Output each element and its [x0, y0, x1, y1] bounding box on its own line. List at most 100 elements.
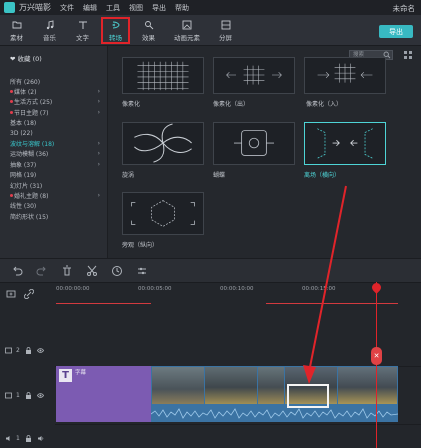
menu-view[interactable]: 视图	[129, 3, 143, 13]
category-item[interactable]: 婚礼主题 (8) ›	[10, 190, 102, 200]
category-item[interactable]: 网格 (19)	[10, 170, 102, 180]
category-item[interactable]: 所有 (260)	[10, 76, 102, 86]
undo-icon[interactable]	[11, 265, 23, 277]
split-marker-icon[interactable]: ✕	[371, 347, 382, 365]
folder-icon	[12, 21, 21, 28]
speaker-icon[interactable]	[37, 435, 44, 442]
speed-icon[interactable]	[111, 265, 123, 277]
category-item[interactable]: 幻灯片 (31)	[10, 180, 102, 190]
playhead-line[interactable]	[376, 282, 377, 448]
export-button[interactable]: 导出	[379, 25, 413, 38]
chevron-right-icon: ›	[97, 191, 100, 199]
toolbar-media-label: 素材	[10, 33, 23, 42]
toolbar-effects-button[interactable]: 效果	[132, 15, 165, 46]
category-label: 生活方式 (25)	[14, 99, 53, 107]
transition-label-pixelate-out: 像素化（出）	[213, 101, 250, 108]
video-track-icon	[5, 392, 12, 399]
menu-tools[interactable]: 工具	[106, 3, 120, 13]
new-badge-dot	[10, 90, 13, 94]
chevron-right-icon: ›	[97, 108, 100, 116]
transition-label-pixelate-in: 像素化（入）	[306, 101, 343, 108]
transition-thumb-pixelate[interactable]	[122, 57, 204, 94]
category-item[interactable]: 运动模糊 (36) ›	[10, 149, 102, 159]
toolbar-media-button[interactable]: 素材	[0, 15, 33, 46]
delete-icon[interactable]	[61, 265, 73, 277]
scissors-icon[interactable]	[86, 265, 98, 277]
menu-edit[interactable]: 编辑	[83, 3, 97, 13]
app-logo-icon	[4, 2, 15, 13]
heart-icon: ❤	[10, 55, 16, 63]
adjust-icon[interactable]	[136, 265, 148, 277]
transition-thumb-pixelate-out[interactable]	[213, 57, 295, 94]
category-panel: ❤ 收藏 (0) 所有 (260) 媒体 (2) › 生活方式 (25) › 节日主题 (…	[0, 46, 108, 258]
lock-icon[interactable]	[25, 392, 32, 399]
category-item[interactable]: 生活方式 (25) ›	[10, 97, 102, 107]
transition-label-butterfly: 蝴蝶	[213, 172, 226, 179]
category-label: 网格 (19)	[10, 172, 37, 180]
chevron-right-icon: ›	[97, 150, 100, 158]
project-title: 未命名	[392, 4, 416, 13]
lock-icon[interactable]	[25, 347, 32, 354]
transition-label-pixelate: 像素化	[122, 101, 141, 108]
video-frame-thumb	[152, 367, 204, 404]
video-clip[interactable]	[151, 366, 398, 422]
toolbar-music-button[interactable]: 音乐	[33, 15, 66, 46]
category-item[interactable]: 线性 (30)	[10, 201, 102, 211]
toolbar-text-button[interactable]: 文字	[66, 15, 99, 46]
category-item[interactable]: 3D (22)	[10, 128, 102, 138]
category-label: 3D (22)	[10, 129, 33, 137]
category-label: 媒体 (2)	[14, 89, 37, 97]
category-item[interactable]: 节日主题 (7) ›	[10, 107, 102, 117]
toolbar-splitscreen-label: 分屏	[219, 33, 232, 42]
eye-icon[interactable]	[36, 392, 44, 399]
eye-icon[interactable]	[36, 347, 44, 354]
timecode-1: 00:00:05:00	[138, 286, 172, 292]
transition-thumb-butterfly[interactable]	[213, 122, 295, 165]
elements-icon	[182, 20, 192, 29]
category-label: 抽象 (37)	[10, 161, 37, 169]
toolbar-transition-label: 转场	[109, 33, 122, 42]
redo-icon[interactable]	[36, 265, 48, 277]
category-item[interactable]: 媒体 (2) ›	[10, 86, 102, 96]
effects-icon	[144, 20, 153, 29]
link-icon[interactable]	[24, 289, 34, 299]
toolbar-text-label: 文字	[76, 33, 89, 42]
pixelate-out-icon	[226, 65, 282, 85]
category-list: 所有 (260) 媒体 (2) › 生活方式 (25) › 节日主题 (7) › 基本 (18…	[10, 76, 102, 221]
lock-icon[interactable]	[25, 435, 32, 442]
transition-thumb-hexagon[interactable]	[122, 192, 204, 235]
title-clip[interactable]: T 字幕	[56, 366, 151, 422]
toolbar-splitscreen-button[interactable]: 分屏	[209, 15, 242, 46]
grid-pattern-icon	[137, 61, 189, 91]
category-label: 所有 (260)	[10, 78, 41, 86]
range-marker	[266, 303, 398, 304]
menu-export[interactable]: 导出	[152, 3, 166, 13]
favorites-label: 收藏 (0)	[17, 55, 42, 63]
track-header-video-2: 2	[0, 347, 55, 354]
category-item[interactable]: 抽象 (37) ›	[10, 159, 102, 169]
swirl-icon	[134, 123, 192, 163]
transition-drop-target[interactable]	[287, 384, 329, 408]
category-item[interactable]: 基本 (18)	[10, 118, 102, 128]
track-header-audio-1: 1	[0, 435, 55, 442]
toolbar-elements-button[interactable]: 动画元素	[165, 15, 209, 46]
app-name: 万兴喵影	[19, 3, 51, 12]
toolbar-transition-button[interactable]: 转场	[99, 15, 132, 46]
title-clip-text: 字幕	[75, 370, 87, 376]
favorites-item[interactable]: ❤ 收藏 (0)	[10, 53, 42, 63]
video-frame-thumb	[205, 367, 257, 404]
category-label: 基本 (18)	[10, 120, 37, 128]
timecode-0: 00:00:00:00	[56, 286, 90, 292]
transition-label-hexagon: 旁观（纵向）	[122, 242, 159, 249]
menu-help[interactable]: 帮助	[175, 3, 189, 13]
category-item[interactable]: 简约形状 (15)	[10, 211, 102, 221]
category-item[interactable]: 波纹与溶解 (18) ›	[10, 138, 102, 148]
grid-view-icon[interactable]	[403, 50, 413, 60]
transition-thumb-pixelate-in[interactable]	[304, 57, 386, 94]
transition-thumb-exit-horizontal[interactable]	[304, 122, 386, 165]
transition-thumb-swirl[interactable]	[122, 122, 204, 165]
add-track-icon[interactable]	[6, 289, 16, 299]
video-track-icon	[5, 347, 12, 354]
menu-file[interactable]: 文件	[60, 3, 74, 13]
transition-label-swirl: 旋涡	[122, 172, 135, 179]
